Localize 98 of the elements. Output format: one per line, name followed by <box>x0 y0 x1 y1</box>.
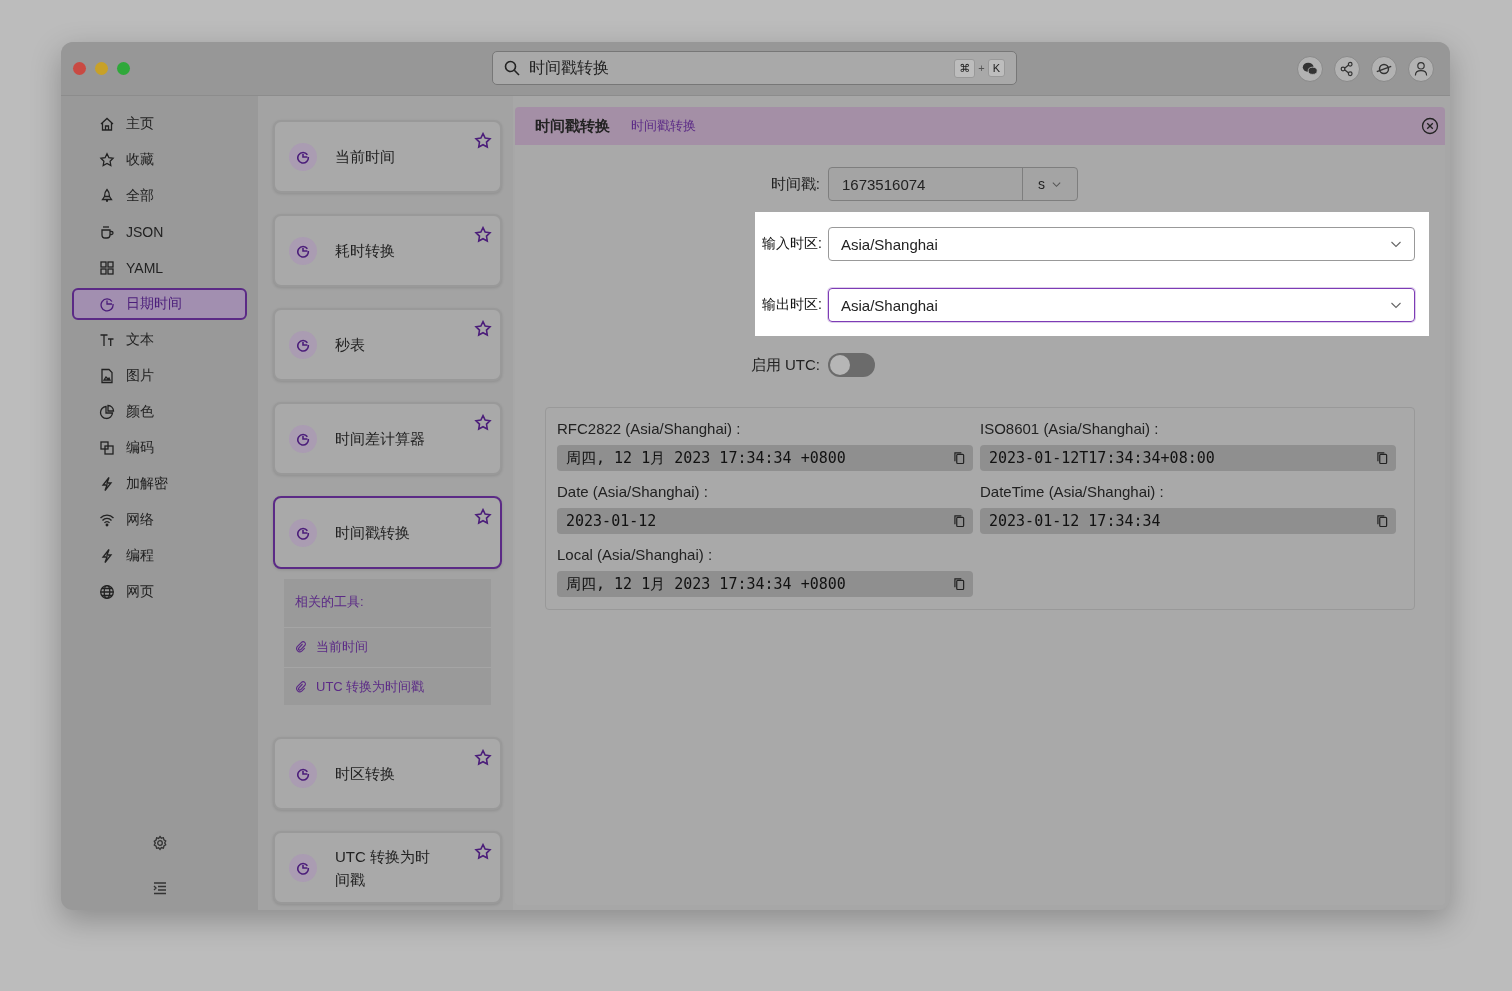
sidebar-item[interactable]: 加解密 <box>72 468 247 500</box>
planet-button[interactable] <box>1371 55 1397 82</box>
clock-icon <box>289 759 317 788</box>
clock-icon <box>289 142 317 171</box>
clock-icon <box>289 853 317 882</box>
bolt-icon <box>99 476 115 492</box>
sidebar-item[interactable]: 收藏 <box>72 144 247 176</box>
star-icon[interactable] <box>474 508 492 526</box>
timezone-select[interactable]: Asia/Shanghai <box>828 288 1415 322</box>
tool-card[interactable]: 当前时间 <box>273 120 502 193</box>
sidebar-item[interactable]: YAML <box>72 252 247 284</box>
share-icon <box>1339 60 1355 77</box>
globe-icon <box>99 584 115 600</box>
bolt-icon <box>99 548 115 564</box>
sidebar-item[interactable]: 编程 <box>72 540 247 572</box>
clock-icon <box>289 424 317 453</box>
copy-icon[interactable] <box>954 577 965 591</box>
related-tools-title: 相关的工具: <box>295 593 364 611</box>
timezone-select[interactable]: Asia/Shanghai <box>828 227 1415 261</box>
tool-title: 时间差计算器 <box>335 429 426 449</box>
related-tool-link[interactable]: UTC 转换为时间戳 <box>284 667 491 705</box>
grid-icon <box>99 260 115 276</box>
text-icon <box>99 332 115 348</box>
tool-card[interactable]: 时间差计算器 <box>273 402 502 475</box>
result-label: RFC2822 (Asia/Shanghai) : <box>557 420 742 437</box>
tool-card[interactable]: 时间戳转换 <box>273 496 502 569</box>
utc-toggle[interactable] <box>828 353 875 377</box>
sidebar-item[interactable]: 编码 <box>72 432 247 464</box>
star-icon[interactable] <box>474 132 492 150</box>
sidebar-item[interactable]: 网页 <box>72 576 247 608</box>
user-button[interactable] <box>1408 55 1434 82</box>
star-icon[interactable] <box>474 749 492 767</box>
close-icon[interactable] <box>1421 117 1439 135</box>
tool-title: 时间戳转换 <box>335 523 411 543</box>
result-field[interactable]: 周四, 12 1月 2023 17:34:34 +0800 <box>557 571 973 597</box>
sidebar-item[interactable]: 图片 <box>72 360 247 392</box>
tool-title: 时区转换 <box>335 764 396 784</box>
result-field[interactable]: 2023-01-12T17:34:34+08:00 <box>980 445 1396 471</box>
shortcut-hint: ⌘ + K <box>954 58 1005 78</box>
cup-icon <box>99 224 115 240</box>
field-label: 时间戳: <box>769 174 821 194</box>
tool-title: 秒表 <box>335 335 366 355</box>
sidebar-item[interactable]: 网络 <box>72 504 247 536</box>
result-field[interactable]: 周四, 12 1月 2023 17:34:34 +0800 <box>557 445 973 471</box>
share-button[interactable] <box>1334 55 1360 82</box>
copy-icon <box>99 440 115 456</box>
star-icon[interactable] <box>474 226 492 244</box>
result-label: Local (Asia/Shanghai) : <box>557 546 714 563</box>
clock-icon <box>99 296 115 312</box>
copy-icon[interactable] <box>1377 514 1388 528</box>
tool-title: UTC 转换为时间戳 <box>335 846 431 890</box>
field-label: 输入时区: <box>761 235 823 253</box>
copy-icon[interactable] <box>954 451 965 465</box>
user-icon <box>1413 60 1429 77</box>
field-label: 启用 UTC: <box>749 355 821 375</box>
result-label: DateTime (Asia/Shanghai) : <box>980 483 1165 500</box>
copy-icon[interactable] <box>954 514 965 528</box>
search-text: 时间戳转换 <box>529 57 610 78</box>
tool-card[interactable]: UTC 转换为时间戳 <box>273 831 502 904</box>
result-field[interactable]: 2023-01-12 <box>557 508 973 534</box>
clock-icon <box>289 236 317 265</box>
star-icon <box>99 152 115 168</box>
tool-card[interactable]: 时区转换 <box>273 737 502 810</box>
tool-title: 耗时转换 <box>335 241 396 261</box>
result-field[interactable]: 2023-01-12 17:34:34 <box>980 508 1396 534</box>
chat-button[interactable] <box>1297 55 1323 82</box>
tool-title: 当前时间 <box>335 147 396 167</box>
field-label: 输出时区: <box>761 296 823 314</box>
sidebar-item[interactable]: 全部 <box>72 180 247 212</box>
image-icon <box>99 368 115 384</box>
tool-card[interactable]: 秒表 <box>273 308 502 381</box>
home-icon <box>99 116 115 132</box>
pie-icon <box>99 404 115 420</box>
search-field[interactable]: 时间戳转换 ⌘ + K <box>492 51 1017 85</box>
star-icon[interactable] <box>474 843 492 861</box>
related-tool-link[interactable]: 当前时间 <box>284 627 491 665</box>
search-icon <box>504 60 520 76</box>
clock-icon <box>289 330 317 359</box>
copy-icon[interactable] <box>1377 451 1388 465</box>
result-label: Date (Asia/Shanghai) : <box>557 483 709 500</box>
breadcrumb-link[interactable]: 时间戳转换 <box>631 117 696 135</box>
sidebar-item[interactable]: 日期时间 <box>72 288 247 320</box>
sidebar-item[interactable]: JSON <box>72 216 247 248</box>
sidebar-item[interactable]: 主页 <box>72 108 247 140</box>
star-icon[interactable] <box>474 414 492 432</box>
sidebar-item[interactable]: 颜色 <box>72 396 247 428</box>
wifi-icon <box>99 512 115 528</box>
settings-icon[interactable] <box>151 835 168 851</box>
rocket-icon <box>99 188 115 204</box>
star-icon[interactable] <box>474 320 492 338</box>
menu-icon[interactable] <box>151 880 168 896</box>
paperclip-icon <box>295 680 307 693</box>
result-label: ISO8601 (Asia/Shanghai) : <box>980 420 1160 437</box>
clock-icon <box>289 518 317 547</box>
paperclip-icon <box>295 640 307 653</box>
sidebar-item[interactable]: 文本 <box>72 324 247 356</box>
tool-card[interactable]: 耗时转换 <box>273 214 502 287</box>
tool-heading: 时间戳转换 <box>535 116 610 136</box>
